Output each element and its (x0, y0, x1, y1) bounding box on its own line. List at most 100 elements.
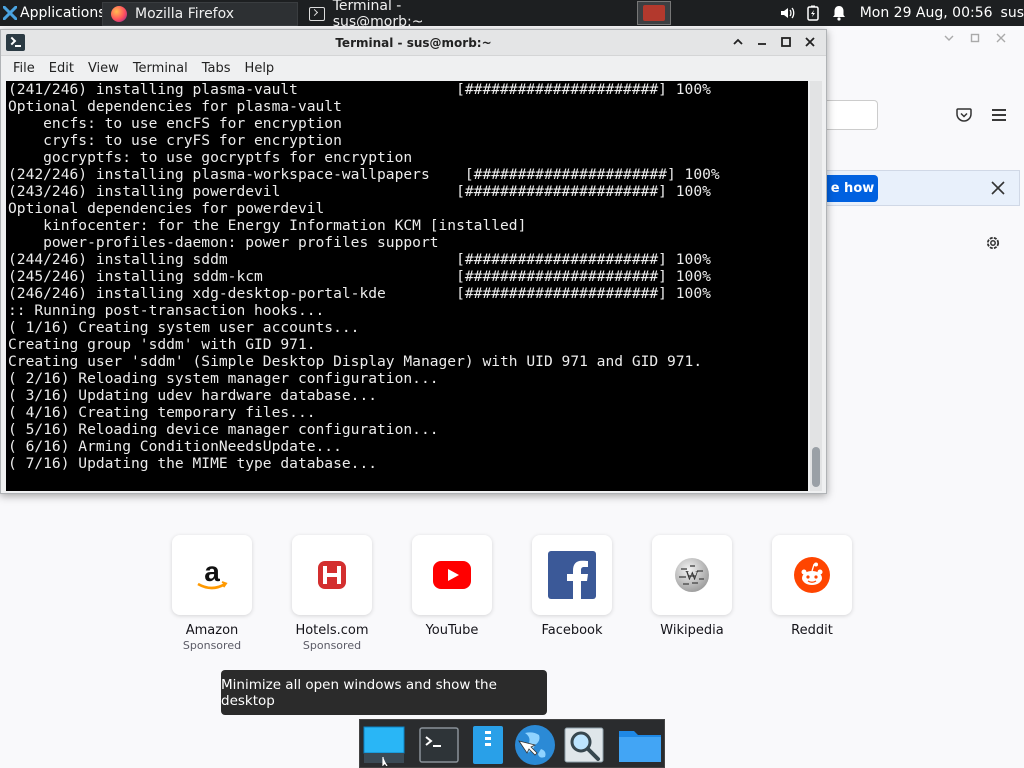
shortcut-amazon[interactable]: a Amazon Sponsored (172, 535, 252, 652)
svg-text:a: a (204, 556, 220, 587)
shortcut-label: YouTube (425, 623, 479, 638)
shortcut-tile[interactable]: W (652, 535, 732, 615)
close-icon[interactable] (989, 179, 1007, 197)
maximize-button[interactable] (778, 34, 794, 50)
search-icon (564, 727, 604, 763)
close-button[interactable] (802, 34, 818, 50)
menu-file[interactable]: File (6, 61, 42, 76)
folder-icon (619, 731, 661, 762)
firefox-close-icon[interactable] (996, 32, 1006, 46)
terminal-titlebar[interactable]: Terminal - sus@morb:~ (1, 30, 826, 56)
shortcut-label: Facebook (541, 623, 603, 638)
terminal-line: (242/246) installing plasma-workspace-wa… (8, 166, 720, 183)
terminal-line: ( 2/16) Reloading system manager configu… (8, 370, 439, 387)
taskbar-firefox[interactable]: Mozilla Firefox (102, 1, 298, 26)
shortcut-hotels[interactable]: Hotels.com Sponsored (292, 535, 372, 652)
folder-launcher[interactable] (618, 723, 662, 767)
volume-icon[interactable] (779, 5, 795, 21)
battery-icon[interactable] (805, 5, 821, 21)
menu-terminal[interactable]: Terminal (126, 61, 195, 76)
show-desktop-tooltip: Minimize all open windows and show the d… (221, 670, 547, 715)
terminal-launcher[interactable] (417, 723, 461, 767)
wikipedia-icon: W (675, 558, 709, 592)
terminal-line: gocryptfs: to use gocryptfs for encrypti… (8, 149, 413, 166)
applications-menu-button[interactable]: Applications (0, 0, 110, 26)
sponsored-label: Sponsored (182, 639, 242, 652)
amazon-icon: a (197, 556, 228, 590)
minimize-icon (758, 43, 766, 45)
show-desktop-button[interactable] (362, 723, 406, 767)
firefox-minimize-icon[interactable] (944, 32, 954, 46)
terminal-scrollbar[interactable] (810, 81, 822, 491)
maximize-icon (781, 37, 791, 47)
clock[interactable]: Mon 29 Aug, 00:56 (860, 5, 993, 21)
notification-action-button[interactable]: e how (827, 175, 878, 202)
shortcut-tile[interactable] (412, 535, 492, 615)
chevron-up-icon (733, 38, 743, 45)
shortcut-youtube[interactable]: YouTube (412, 535, 492, 652)
window-controls (730, 34, 818, 50)
reddit-icon (794, 557, 830, 593)
terminal-line: encfs: to use encFS for encryption (8, 115, 342, 132)
terminal-line: (244/246) installing sddm [#############… (8, 251, 711, 268)
terminal-line: (241/246) installing plasma-vault [#####… (8, 81, 711, 98)
workspace-switcher[interactable] (637, 1, 671, 25)
sponsored-label: Sponsored (302, 639, 362, 652)
hamburger-menu-icon[interactable] (992, 109, 1006, 124)
scrollbar-thumb[interactable] (812, 447, 820, 487)
terminal-line: ( 1/16) Creating system user accounts... (8, 319, 360, 336)
svg-text:W: W (685, 569, 699, 584)
notification-bell-icon[interactable] (831, 5, 847, 21)
taskbar-terminal[interactable]: Terminal - sus@morb:~ (301, 0, 499, 30)
shortcut-label: Hotels.com (295, 623, 369, 638)
terminal-line: :: Running post-transaction hooks... (8, 302, 325, 319)
shortcut-label: Reddit (791, 623, 833, 638)
shortcut-tile[interactable] (532, 535, 612, 615)
terminal-line: Optional dependencies for powerdevil (8, 200, 325, 217)
shortcut-tile[interactable]: a (172, 535, 252, 615)
terminal-window[interactable]: Terminal - sus@morb:~ File Edit View Ter… (0, 29, 827, 494)
gear-icon[interactable] (984, 234, 1002, 252)
firefox-restore-icon[interactable] (970, 32, 980, 46)
app-finder-launcher[interactable] (562, 723, 606, 767)
file-manager-launcher[interactable] (466, 723, 510, 767)
facebook-icon (548, 551, 596, 599)
terminal-output[interactable]: (241/246) installing plasma-vault [#####… (6, 81, 808, 491)
minimize-button[interactable] (754, 34, 770, 50)
terminal-icon (309, 6, 325, 21)
terminal-line: (243/246) installing powerdevil [#######… (8, 183, 711, 200)
taskbar-firefox-label: Mozilla Firefox (135, 5, 235, 22)
file-manager-icon (473, 726, 503, 764)
terminal-line: Creating user 'sddm' (Simple Desktop Dis… (8, 353, 703, 370)
web-browser-launcher[interactable] (513, 723, 557, 767)
shortcut-tile[interactable] (292, 535, 372, 615)
firefox-icon (111, 5, 127, 22)
menu-help[interactable]: Help (238, 61, 282, 76)
menu-edit[interactable]: Edit (42, 61, 81, 76)
menu-tabs[interactable]: Tabs (195, 61, 238, 76)
shortcut-tile[interactable] (772, 535, 852, 615)
shortcut-reddit[interactable]: Reddit (772, 535, 852, 652)
terminal-line: power-profiles-daemon: power profiles su… (8, 234, 439, 251)
terminal-line: ( 7/16) Updating the MIME type database.… (8, 455, 378, 472)
top-panel: Applications Mozilla Firefox Terminal - … (0, 0, 1024, 30)
window-title: Terminal - sus@morb:~ (335, 35, 492, 50)
youtube-icon (433, 561, 471, 589)
terminal-line: (245/246) installing sddm-kcm [#########… (8, 268, 711, 285)
shortcut-facebook[interactable]: Facebook (532, 535, 612, 652)
terminal-menubar: File Edit View Terminal Tabs Help (1, 56, 826, 80)
web-browser-icon (515, 725, 555, 765)
menu-view[interactable]: View (81, 61, 126, 76)
shortcut-label: Amazon (185, 623, 239, 638)
shade-button[interactable] (730, 34, 746, 50)
close-icon (805, 37, 815, 47)
terminal-line: ( 6/16) Arming ConditionNeedsUpdate... (8, 438, 342, 455)
terminal-line: ( 4/16) Creating temporary files... (8, 404, 316, 421)
workspace-window-thumb (643, 5, 665, 21)
pocket-icon[interactable] (956, 108, 972, 122)
url-bar[interactable] (826, 100, 878, 130)
shortcut-wikipedia[interactable]: W Wikipedia (652, 535, 732, 652)
user-menu[interactable]: sus (1001, 5, 1024, 21)
notification-bar: e how (826, 170, 1020, 206)
bottom-dock (359, 719, 665, 768)
